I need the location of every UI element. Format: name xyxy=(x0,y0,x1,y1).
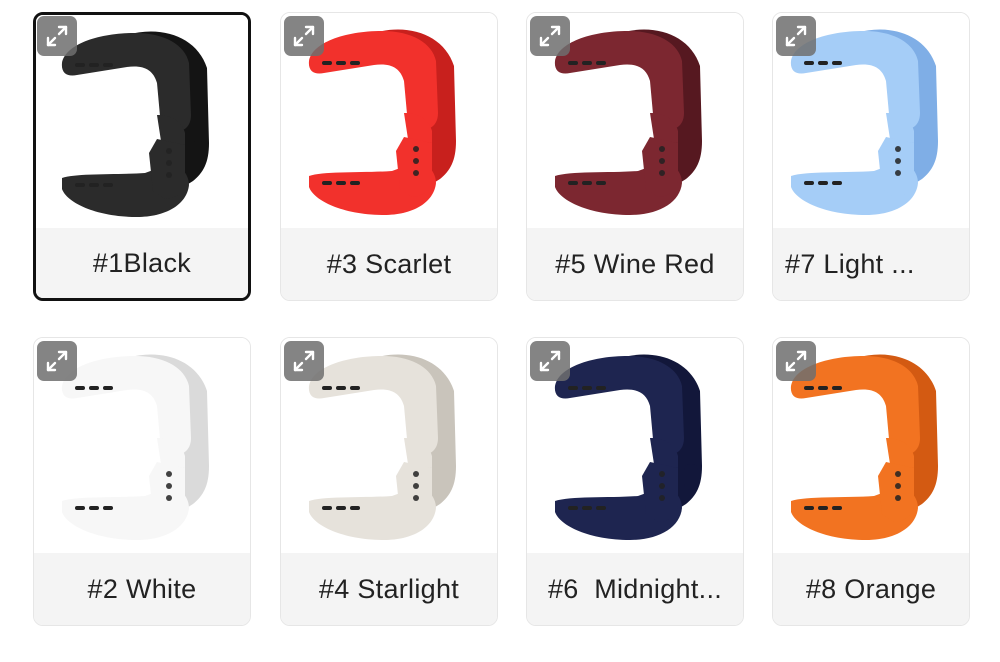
color-variant-tile[interactable]: #8 Orange xyxy=(772,337,970,626)
watch-band-image xyxy=(308,29,456,215)
expand-icon[interactable] xyxy=(37,341,77,381)
color-variant-tile[interactable]: #3 Scarlet xyxy=(280,12,498,301)
variant-label: #4 Starlight xyxy=(281,553,497,625)
expand-icon[interactable] xyxy=(284,341,324,381)
color-variant-tile[interactable]: #2 White xyxy=(33,337,251,626)
color-variant-grid: #1Black #3 Scarlet #5 Wine Red #7 Light ...… xyxy=(0,0,1000,662)
variant-label: #3 Scarlet xyxy=(281,228,497,300)
watch-band-image xyxy=(61,31,209,217)
expand-icon[interactable] xyxy=(530,16,570,56)
watch-band-image xyxy=(554,29,702,215)
color-variant-tile[interactable]: #5 Wine Red xyxy=(526,12,744,301)
color-variant-tile[interactable]: #6 Midnight... xyxy=(526,337,744,626)
variant-label: #5 Wine Red xyxy=(527,228,743,300)
color-variant-tile[interactable]: #4 Starlight xyxy=(280,337,498,626)
variant-label: #2 White xyxy=(34,553,250,625)
expand-icon[interactable] xyxy=(776,16,816,56)
color-variant-tile[interactable]: #1Black xyxy=(33,12,251,301)
watch-band-image xyxy=(61,354,209,540)
expand-icon[interactable] xyxy=(776,341,816,381)
variant-label: #8 Orange xyxy=(773,553,969,625)
variant-label: #6 Midnight... xyxy=(527,553,743,625)
expand-icon[interactable] xyxy=(530,341,570,381)
expand-icon[interactable] xyxy=(37,16,77,56)
variant-label: #7 Light ... xyxy=(773,228,969,300)
watch-band-image xyxy=(554,354,702,540)
expand-icon[interactable] xyxy=(284,16,324,56)
color-variant-tile[interactable]: #7 Light ... xyxy=(772,12,970,301)
variant-label: #1Black xyxy=(36,228,248,298)
watch-band-image xyxy=(308,354,456,540)
